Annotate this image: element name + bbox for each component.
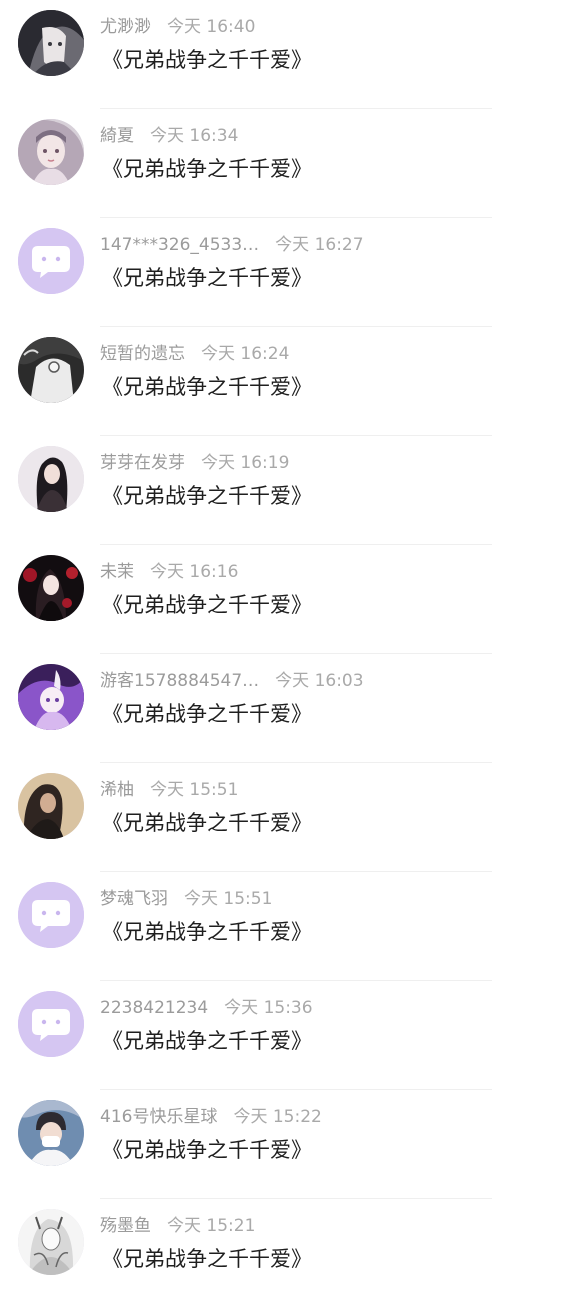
message-meta: 416号快乐星球 今天 15:22 bbox=[100, 1104, 322, 1130]
message-meta: 未茉 今天 16:16 bbox=[100, 559, 238, 585]
sender-name[interactable]: 游客1578884547… bbox=[100, 668, 259, 694]
message-item[interactable]: 尤渺渺 今天 16:40 《兄弟战争之千千爱》 bbox=[0, 0, 578, 109]
message-time: 今天 15:21 bbox=[167, 1216, 256, 1236]
message-item[interactable]: 未茉 今天 16:16 《兄弟战争之千千爱》 bbox=[0, 545, 578, 654]
user-avatar[interactable] bbox=[18, 337, 84, 403]
message-text: 《兄弟战争之千千爱》 bbox=[102, 1029, 312, 1053]
sender-name[interactable]: 短暂的遗忘 bbox=[100, 341, 185, 367]
message-meta: 游客1578884547… 今天 16:03 bbox=[100, 668, 364, 694]
message-text: 《兄弟战争之千千爱》 bbox=[102, 920, 312, 944]
message-time: 今天 16:19 bbox=[201, 453, 290, 473]
sender-name[interactable]: 2238421234 bbox=[100, 995, 208, 1021]
message-item[interactable]: 短暂的遗忘 今天 16:24 《兄弟战争之千千爱》 bbox=[0, 327, 578, 436]
message-text: 《兄弟战争之千千爱》 bbox=[102, 157, 312, 181]
message-meta: 梦魂飞羽 今天 15:51 bbox=[100, 886, 272, 912]
message-item[interactable]: 殇墨鱼 今天 15:21 《兄弟战争之千千爱》 bbox=[0, 1199, 578, 1308]
message-meta: 浠柚 今天 15:51 bbox=[100, 777, 238, 803]
message-time: 今天 16:03 bbox=[275, 671, 364, 691]
message-time: 今天 16:34 bbox=[150, 126, 239, 146]
user-avatar[interactable] bbox=[18, 446, 84, 512]
message-item[interactable]: 芽芽在发芽 今天 16:19 《兄弟战争之千千爱》 bbox=[0, 436, 578, 545]
message-time: 今天 16:27 bbox=[275, 235, 364, 255]
message-time: 今天 15:22 bbox=[233, 1107, 322, 1127]
message-text: 《兄弟战争之千千爱》 bbox=[102, 1247, 312, 1271]
message-text: 《兄弟战争之千千爱》 bbox=[102, 375, 312, 399]
sender-name[interactable]: 浠柚 bbox=[100, 777, 134, 803]
default-avatar-icon[interactable] bbox=[18, 991, 84, 1057]
sender-name[interactable]: 尤渺渺 bbox=[100, 14, 151, 40]
message-time: 今天 16:40 bbox=[167, 17, 256, 37]
user-avatar[interactable] bbox=[18, 555, 84, 621]
user-avatar[interactable] bbox=[18, 664, 84, 730]
message-text: 《兄弟战争之千千爱》 bbox=[102, 484, 312, 508]
message-time: 今天 15:51 bbox=[150, 780, 239, 800]
sender-name[interactable]: 芽芽在发芽 bbox=[100, 450, 185, 476]
message-time: 今天 16:16 bbox=[150, 562, 239, 582]
sender-name[interactable]: 147***326_4533… bbox=[100, 232, 259, 258]
message-item[interactable]: 浠柚 今天 15:51 《兄弟战争之千千爱》 bbox=[0, 763, 578, 872]
message-meta: 芽芽在发芽 今天 16:19 bbox=[100, 450, 289, 476]
message-time: 今天 15:51 bbox=[184, 889, 273, 909]
user-avatar[interactable] bbox=[18, 119, 84, 185]
user-avatar[interactable] bbox=[18, 1209, 84, 1275]
message-meta: 短暂的遗忘 今天 16:24 bbox=[100, 341, 289, 367]
sender-name[interactable]: 未茉 bbox=[100, 559, 134, 585]
message-item[interactable]: 147***326_4533… 今天 16:27 《兄弟战争之千千爱》 bbox=[0, 218, 578, 327]
message-item[interactable]: 綺夏 今天 16:34 《兄弟战争之千千爱》 bbox=[0, 109, 578, 218]
message-text: 《兄弟战争之千千爱》 bbox=[102, 266, 312, 290]
sender-name[interactable]: 416号快乐星球 bbox=[100, 1104, 217, 1130]
message-meta: 尤渺渺 今天 16:40 bbox=[100, 14, 255, 40]
message-meta: 綺夏 今天 16:34 bbox=[100, 123, 238, 149]
user-avatar[interactable] bbox=[18, 1100, 84, 1166]
sender-name[interactable]: 殇墨鱼 bbox=[100, 1213, 151, 1239]
message-item[interactable]: 416号快乐星球 今天 15:22 《兄弟战争之千千爱》 bbox=[0, 1090, 578, 1199]
message-meta: 2238421234 今天 15:36 bbox=[100, 995, 313, 1021]
message-item[interactable]: 梦魂飞羽 今天 15:51 《兄弟战争之千千爱》 bbox=[0, 872, 578, 981]
message-time: 今天 16:24 bbox=[201, 344, 290, 364]
message-text: 《兄弟战争之千千爱》 bbox=[102, 593, 312, 617]
message-time: 今天 15:36 bbox=[224, 998, 313, 1018]
message-text: 《兄弟战争之千千爱》 bbox=[102, 811, 312, 835]
sender-name[interactable]: 梦魂飞羽 bbox=[100, 886, 168, 912]
message-text: 《兄弟战争之千千爱》 bbox=[102, 1138, 312, 1162]
message-meta: 147***326_4533… 今天 16:27 bbox=[100, 232, 364, 258]
message-text: 《兄弟战争之千千爱》 bbox=[102, 702, 312, 726]
message-item[interactable]: 游客1578884547… 今天 16:03 《兄弟战争之千千爱》 bbox=[0, 654, 578, 763]
user-avatar[interactable] bbox=[18, 773, 84, 839]
message-text: 《兄弟战争之千千爱》 bbox=[102, 48, 312, 72]
sender-name[interactable]: 綺夏 bbox=[100, 123, 134, 149]
message-item[interactable]: 2238421234 今天 15:36 《兄弟战争之千千爱》 bbox=[0, 981, 578, 1090]
default-avatar-icon[interactable] bbox=[18, 882, 84, 948]
default-avatar-icon[interactable] bbox=[18, 228, 84, 294]
user-avatar[interactable] bbox=[18, 10, 84, 76]
message-meta: 殇墨鱼 今天 15:21 bbox=[100, 1213, 255, 1239]
